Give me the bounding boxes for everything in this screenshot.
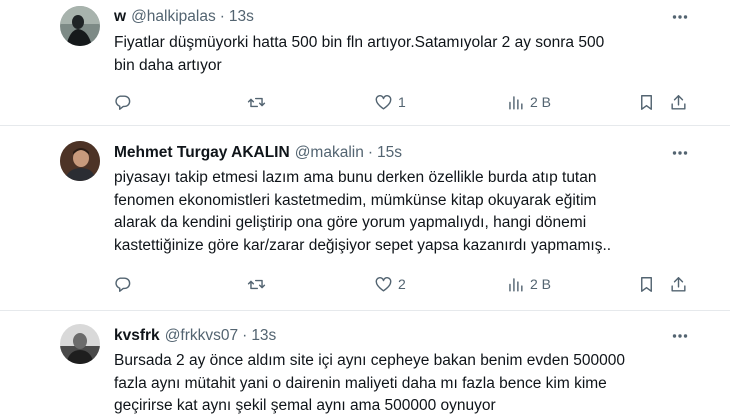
view-count: 2 B (530, 276, 552, 292)
retweet-button[interactable] (247, 91, 266, 113)
timestamp[interactable]: 13s (251, 327, 276, 345)
more-horizontal-icon (672, 334, 688, 338)
tweet-text-line: alarak da kendini geliştirip ona göre yo… (114, 214, 587, 231)
user-display-name[interactable]: kvsfrk (114, 327, 160, 345)
avatar[interactable] (60, 6, 100, 46)
tweet-text-line: geçirirse kat aynı şekil şemal aynı ama … (114, 397, 496, 414)
heart-icon (375, 276, 392, 292)
views-button[interactable]: 2 B (506, 91, 551, 113)
share-icon (671, 94, 686, 110)
tweet[interactable]: Mehmet Turgay AKALIN @makalin · 15s piya… (0, 127, 730, 311)
tweet-text-line: fenomen ekonomistleri kastetmedim, mümkü… (114, 191, 597, 209)
reply-icon (115, 276, 131, 292)
user-handle[interactable]: @halkipalas (131, 8, 216, 26)
more-horizontal-icon (672, 15, 688, 19)
tweet[interactable]: w @halkipalas · 13s Fiyatlar düşmüyorki … (0, 0, 730, 126)
like-count: 1 (398, 94, 406, 110)
timestamp[interactable]: 15s (377, 144, 402, 162)
more-options-button[interactable] (669, 325, 691, 347)
user-display-name[interactable]: w (114, 8, 126, 26)
tweet-actions: 1 2 B (0, 91, 730, 113)
tweet[interactable]: kvsfrk @frkkvs07 · 13s Bursada 2 ay önce… (0, 312, 730, 420)
views-chart-icon (509, 277, 523, 292)
retweet-icon (247, 97, 266, 107)
tweet-text: Bursada 2 ay önce aldım site içi aynı ce… (114, 350, 684, 418)
bookmark-icon (641, 276, 652, 292)
tweet-text-line: Bursada 2 ay önce aldım site içi aynı ce… (114, 352, 625, 369)
retweet-icon (247, 279, 266, 289)
retweet-button[interactable] (247, 273, 266, 295)
tweet-text-line: Fiyatlar düşmüyorki hatta 500 bin fln ar… (114, 34, 605, 51)
avatar[interactable] (60, 324, 100, 364)
share-button[interactable] (669, 273, 688, 295)
tweet-text-line: piyasayı takip etmesi lazım ama bunu der… (114, 169, 597, 186)
tweet-actions: 2 2 B (0, 273, 730, 295)
more-options-button[interactable] (669, 6, 691, 28)
like-button[interactable]: 2 (374, 273, 406, 295)
tweet-text: Fiyatlar düşmüyorki hatta 500 bin fln ar… (114, 32, 684, 77)
more-horizontal-icon (672, 151, 688, 155)
like-count: 2 (398, 276, 406, 292)
share-icon (671, 276, 686, 292)
reply-icon (115, 94, 131, 110)
more-options-button[interactable] (669, 142, 691, 164)
share-button[interactable] (669, 91, 688, 113)
user-handle[interactable]: @makalin (295, 144, 364, 162)
timestamp[interactable]: 13s (229, 8, 254, 26)
reply-button[interactable] (113, 273, 132, 295)
user-display-name[interactable]: Mehmet Turgay AKALIN (114, 144, 290, 162)
bookmark-button[interactable] (637, 273, 656, 295)
tweet-text-line: fazla aynı mütahit yani o dairenin maliy… (114, 374, 607, 392)
tweet-text-line: bin daha artıyor (114, 56, 222, 74)
separator-dot: · (242, 327, 248, 344)
views-button[interactable]: 2 B (506, 273, 551, 295)
separator-dot: · (367, 144, 374, 161)
avatar[interactable] (60, 141, 100, 181)
tweet-text: piyasayı takip etmesi lazım ama bunu der… (114, 167, 684, 257)
tweet-text-line: kastettiğinize göre kar/zarar değişiyor … (114, 236, 612, 254)
reply-button[interactable] (113, 91, 132, 113)
views-chart-icon (509, 95, 523, 110)
bookmark-icon (641, 94, 652, 110)
view-count: 2 B (530, 94, 552, 110)
heart-icon (375, 94, 392, 110)
like-button[interactable]: 1 (374, 91, 406, 113)
bookmark-button[interactable] (637, 91, 656, 113)
user-handle[interactable]: @frkkvs07 (165, 327, 238, 345)
separator-dot: · (219, 8, 225, 25)
